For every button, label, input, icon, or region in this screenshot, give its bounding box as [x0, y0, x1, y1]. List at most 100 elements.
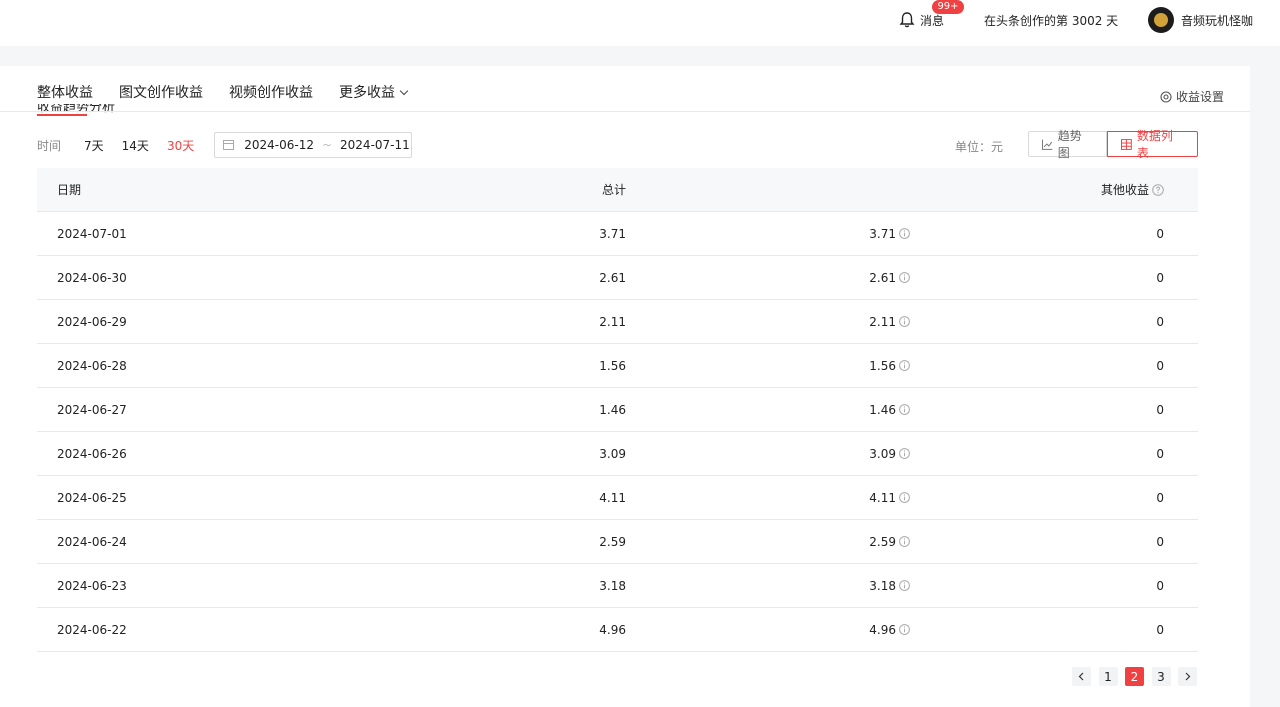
- column-other-earnings: 其他收益: [910, 181, 1164, 198]
- info-icon[interactable]: [899, 272, 910, 283]
- cell-total: 2.59: [599, 534, 626, 549]
- earnings-settings-label: 收益设置: [1175, 90, 1224, 104]
- cell-creation-earnings: 1.56: [626, 359, 910, 373]
- unit-label: 单位：元: [955, 140, 1004, 154]
- cell-date: 2024-06-27: [57, 402, 127, 417]
- info-icon[interactable]: [899, 360, 910, 371]
- chevron-down-icon: [399, 86, 409, 96]
- date-separator: ~: [321, 138, 333, 152]
- cell-total: 2.11: [599, 314, 626, 329]
- messages-badge: 99+: [932, 0, 964, 14]
- user-menu[interactable]: 音频玩机怪咖: [1148, 0, 1253, 40]
- time-option-14-days[interactable]: 14天: [122, 137, 149, 154]
- table-row: 2024-06-25 4.11 4.11 0: [37, 476, 1198, 520]
- cell-creation-earnings: 1.46: [626, 403, 910, 417]
- info-icon[interactable]: [899, 404, 910, 415]
- info-icon[interactable]: [899, 228, 910, 239]
- cell-creation-earnings: 4.11: [626, 491, 910, 505]
- cell-date: 2024-07-01: [57, 226, 127, 241]
- cell-creation-earnings: 2.59: [626, 535, 910, 549]
- tab-more-earnings-label: 更多收益: [339, 85, 395, 101]
- start-date: 2024-06-12: [244, 138, 314, 152]
- tab-video-earnings[interactable]: 视频创作收益: [229, 66, 313, 112]
- bell-icon: [899, 12, 915, 28]
- cell-date: 2024-06-25: [57, 490, 127, 505]
- help-icon[interactable]: [1152, 183, 1164, 196]
- prev-page-button[interactable]: [1072, 667, 1091, 686]
- info-icon[interactable]: [899, 536, 910, 547]
- cell-total: 1.56: [599, 358, 626, 373]
- table-row: 2024-07-01 3.71 3.71 0: [37, 212, 1198, 256]
- info-icon[interactable]: [899, 580, 910, 591]
- time-filter: 时间 7天 14天 30天 2024-06-12 ~ 2024-07-11: [37, 132, 413, 158]
- data-list-button[interactable]: 数据列表: [1107, 129, 1198, 160]
- cell-date: 2024-06-26: [57, 446, 127, 461]
- page-3-button[interactable]: 3: [1151, 667, 1171, 686]
- cell-creation-earnings-value: 2.61: [869, 270, 896, 285]
- section-title-underline: [37, 114, 87, 116]
- earnings-card: 整体收益 图文创作收益 视频创作收益 更多收益 收益设置 收益趋势分析 时间 7…: [0, 66, 1250, 707]
- page-2-button[interactable]: 2: [1125, 667, 1144, 686]
- cell-other-earnings: 0: [1156, 534, 1164, 549]
- table-row: 2024-06-29 2.11 2.11 0: [37, 300, 1198, 344]
- info-icon[interactable]: [899, 624, 910, 635]
- user-name: 音频玩机怪咖: [1181, 13, 1254, 28]
- next-page-button[interactable]: [1178, 667, 1197, 686]
- cell-creation-earnings: 2.61: [626, 271, 910, 285]
- cell-date: 2024-06-29: [57, 314, 127, 329]
- tab-more-earnings[interactable]: 更多收益: [339, 66, 409, 112]
- info-icon[interactable]: [899, 316, 910, 327]
- earnings-settings-button[interactable]: 收益设置: [1160, 88, 1224, 105]
- time-filter-label: 时间: [37, 138, 62, 153]
- table-row: 2024-06-30 2.61 2.61 0: [37, 256, 1198, 300]
- info-icon[interactable]: [899, 492, 910, 503]
- avatar[interactable]: [1148, 7, 1174, 33]
- cell-creation-earnings-value: 1.56: [869, 358, 896, 373]
- cell-date: 2024-06-28: [57, 358, 127, 373]
- earnings-table: 日期 总计 其他收益 2024-07-01 3.71 3.71 0 2024-06-30…: [37, 168, 1198, 652]
- cell-creation-earnings: 3.71: [626, 227, 910, 241]
- line-chart-icon: [1042, 139, 1053, 150]
- cell-creation-earnings: 3.18: [626, 579, 910, 593]
- calendar-icon: [223, 140, 235, 150]
- trend-chart-button[interactable]: 趋势图: [1028, 129, 1107, 160]
- cell-creation-earnings-value: 3.09: [869, 446, 896, 461]
- cell-creation-earnings-value: 2.59: [869, 534, 896, 549]
- table-row: 2024-06-28 1.56 1.56 0: [37, 344, 1198, 388]
- cell-creation-earnings-value: 4.96: [869, 622, 896, 637]
- cell-date: 2024-06-30: [57, 270, 127, 285]
- time-option-7-days[interactable]: 7天: [84, 137, 104, 154]
- view-switch: 趋势图 数据列表: [1028, 129, 1198, 160]
- cell-date: 2024-06-22: [57, 622, 127, 637]
- cell-creation-earnings-value: 2.11: [869, 314, 896, 329]
- cell-total: 3.18: [599, 578, 626, 593]
- cell-total: 3.09: [599, 446, 626, 461]
- creation-days-text: 在头条创作的第 3002 天: [984, 13, 1119, 28]
- cell-other-earnings: 0: [1156, 622, 1164, 637]
- cell-other-earnings: 0: [1156, 358, 1164, 373]
- cell-creation-earnings-value: 3.18: [869, 578, 896, 593]
- cell-creation-earnings-value: 3.71: [869, 226, 896, 241]
- table-row: 2024-06-24 2.59 2.59 0: [37, 520, 1198, 564]
- cell-other-earnings: 0: [1156, 226, 1164, 241]
- cell-creation-earnings-value: 4.11: [869, 490, 896, 505]
- messages-button[interactable]: 消息 99+: [898, 0, 964, 40]
- cell-other-earnings: 0: [1156, 490, 1164, 505]
- info-icon[interactable]: [899, 448, 910, 459]
- cell-total: 1.46: [599, 402, 626, 417]
- cell-other-earnings: 0: [1156, 402, 1164, 417]
- table-header: 日期 总计 其他收益: [37, 168, 1198, 212]
- time-option-30-days[interactable]: 30天: [167, 137, 194, 154]
- date-range-picker[interactable]: 2024-06-12 ~ 2024-07-11: [214, 132, 413, 158]
- tab-article-earnings[interactable]: 图文创作收益: [119, 66, 203, 112]
- cell-creation-earnings: 2.11: [626, 315, 910, 329]
- table-row: 2024-06-27 1.46 1.46 0: [37, 388, 1198, 432]
- cell-other-earnings: 0: [1156, 446, 1164, 461]
- cell-other-earnings: 0: [1156, 314, 1164, 329]
- page-1-button[interactable]: 1: [1098, 667, 1118, 686]
- end-date: 2024-07-11: [340, 138, 410, 152]
- table-row: 2024-06-23 3.18 3.18 0: [37, 564, 1198, 608]
- cell-creation-earnings: 3.09: [626, 447, 910, 461]
- cell-other-earnings: 0: [1156, 270, 1164, 285]
- cell-date: 2024-06-24: [57, 534, 127, 549]
